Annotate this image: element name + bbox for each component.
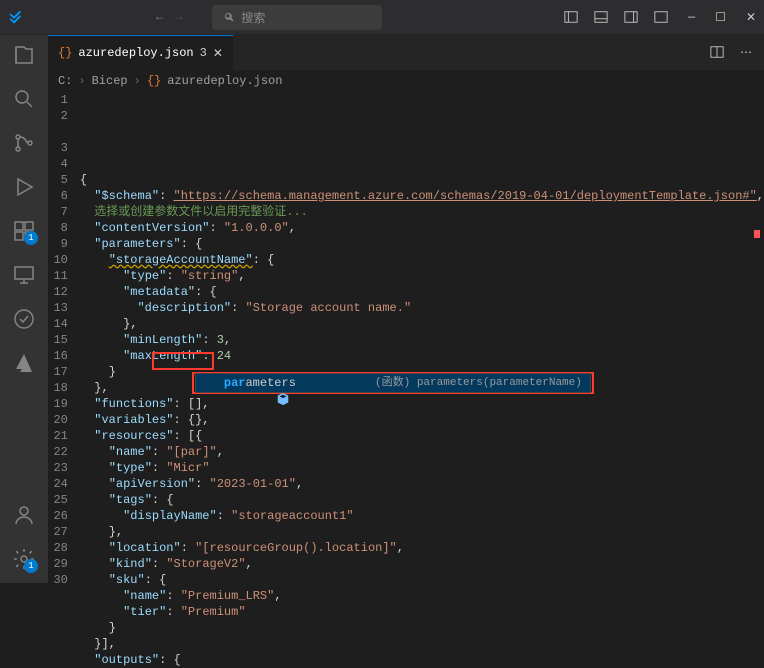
more-actions-icon[interactable]: ⋯ [740,45,752,60]
explorer-icon[interactable] [12,43,36,67]
minimap-error-marker[interactable] [754,230,760,238]
tab-close-icon[interactable]: ✕ [213,46,223,61]
layout-4-icon[interactable] [654,10,668,24]
remote-icon[interactable] [12,263,36,287]
chevron-right-icon: › [134,74,141,88]
breadcrumb-part[interactable]: C: [58,74,72,88]
layout-3-icon[interactable] [624,10,638,24]
method-icon [204,376,218,390]
activity-bar: 1 1 [0,35,48,583]
code-content[interactable]: parameters (函数) parameters(parameterName… [80,92,764,583]
highlight-name-value [152,352,214,370]
json-file-icon: {} [147,74,161,88]
settings-badge: 1 [24,559,38,573]
tab-modified-count: 3 [200,46,207,60]
maximize-icon[interactable]: ☐ [715,10,726,25]
intellisense-label: parameters [224,375,296,391]
breadcrumb-part[interactable]: azuredeploy.json [167,74,282,88]
chevron-right-icon: › [78,74,85,88]
account-icon[interactable] [12,503,36,527]
testing-icon[interactable] [12,307,36,331]
source-control-icon[interactable] [12,131,36,155]
title-actions [564,10,668,24]
tab-bar: {} azuredeploy.json 3 ✕ ⋯ [0,35,764,70]
forward-icon[interactable]: → [175,10,182,24]
editor[interactable]: 1234567891011121314151617181920212223242… [48,92,764,583]
intellisense-item[interactable]: parameters (函数) parameters(parameterName… [196,374,590,392]
window-controls: ― ☐ ✕ [688,10,756,25]
layout-1-icon[interactable] [564,10,578,24]
breadcrumb-part[interactable]: Bicep [92,74,128,88]
search-icon[interactable] [12,87,36,111]
tab-azuredeploy[interactable]: {} azuredeploy.json 3 ✕ [48,35,233,70]
tab-name: azuredeploy.json [78,46,193,60]
extensions-badge: 1 [24,231,38,245]
close-icon[interactable]: ✕ [746,10,756,25]
json-file-icon: {} [58,46,72,60]
minimize-icon[interactable]: ― [688,10,695,25]
minimap[interactable] [754,92,760,238]
nav-arrows: ← → [156,10,182,24]
search-icon [223,11,235,23]
search-placeholder: 搜索 [241,9,265,26]
layout-2-icon[interactable] [594,10,608,24]
azure-icon[interactable] [12,351,36,375]
tab-actions: ⋯ [710,45,764,60]
extensions-icon[interactable]: 1 [12,219,36,243]
intellisense-popup[interactable]: parameters (函数) parameters(parameterName… [195,373,591,393]
intellisense-desc: (函数) parameters(parameterName) [375,375,582,391]
vscode-logo-icon [8,9,24,25]
breadcrumb[interactable]: C: › Bicep › {} azuredeploy.json [0,70,764,92]
line-gutter: 1234567891011121314151617181920212223242… [48,92,80,583]
run-debug-icon[interactable] [12,175,36,199]
settings-icon[interactable]: 1 [12,547,36,571]
title-bar: ← → 搜索 ― ☐ ✕ [0,0,764,35]
search-input[interactable]: 搜索 [212,5,382,30]
back-icon[interactable]: ← [156,10,163,24]
split-editor-icon[interactable] [710,45,724,59]
